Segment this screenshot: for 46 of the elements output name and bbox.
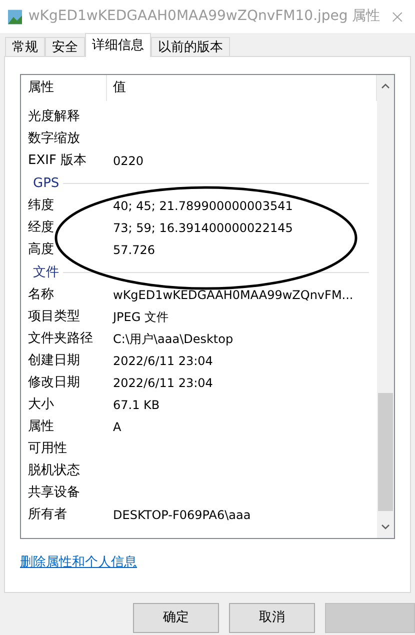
property-name: 属性 <box>27 418 55 436</box>
property-value: 73; 59; 16.391400000022145 <box>112 220 293 237</box>
property-value: 67.1 KB <box>112 397 160 414</box>
property-name: 纬度 <box>27 197 55 216</box>
scrollbar[interactable] <box>377 75 394 538</box>
property-name: 修改日期 <box>27 374 81 392</box>
property-name: 经度 <box>27 219 55 238</box>
property-value: JPEG 文件 <box>111 309 168 326</box>
group-heading: 文件 <box>33 264 59 282</box>
property-name: 所有者 <box>27 506 68 524</box>
window-title: wKgED1wKEDGAAH0MAA99wZQnvFM10.jpeg 属性 <box>28 7 380 26</box>
remove-properties-link[interactable]: 删除属性和个人信息 <box>20 555 137 570</box>
image-file-icon <box>8 8 22 24</box>
property-name: 项目类型 <box>27 308 81 326</box>
property-name: 大小 <box>27 396 55 414</box>
tab[interactable]: 详细信息 <box>85 33 151 57</box>
property-value: 2022/6/11 23:04 <box>112 375 213 392</box>
property-value: 2022/6/11 23:04 <box>112 353 213 370</box>
group-heading: GPS <box>33 174 60 193</box>
property-name: 可用性 <box>27 440 68 458</box>
scrollbar-thumb[interactable] <box>378 392 393 510</box>
tab[interactable]: 以前的版本 <box>151 37 230 57</box>
property-name: 数字缩放 <box>27 130 81 148</box>
scroll-up-icon[interactable] <box>381 83 390 89</box>
tab[interactable]: 安全 <box>45 37 85 57</box>
property-name: 高度 <box>27 241 55 260</box>
property-value: 0220 <box>112 153 144 170</box>
property-value: wKgED1wKEDGAAH0MAA99wZQnvFM... <box>112 287 354 304</box>
property-name: 名称 <box>27 286 55 304</box>
column-header[interactable]: 属性 <box>21 75 107 101</box>
dialog-button[interactable]: 确定 <box>133 603 219 633</box>
property-name: 光度解释 <box>27 108 81 126</box>
property-value: 57.726 <box>112 242 155 259</box>
close-icon[interactable] <box>392 10 403 22</box>
property-name: EXIF 版本 <box>27 152 88 170</box>
property-name: 创建日期 <box>27 352 81 370</box>
scroll-down-icon[interactable] <box>381 524 390 530</box>
property-value: 40; 45; 21.789900000003541 <box>112 198 293 215</box>
property-value: A <box>112 419 122 436</box>
tab[interactable]: 常规 <box>5 37 45 57</box>
dialog-button[interactable]: 取消 <box>229 603 315 633</box>
property-value: DESKTOP-F069PA6\aaa <box>112 507 251 524</box>
property-name: 文件夹路径 <box>27 330 94 348</box>
property-name: 脱机状态 <box>27 462 81 480</box>
property-name: 共享设备 <box>27 484 81 502</box>
property-value: C:\用户\aaa\Desktop <box>112 331 234 348</box>
